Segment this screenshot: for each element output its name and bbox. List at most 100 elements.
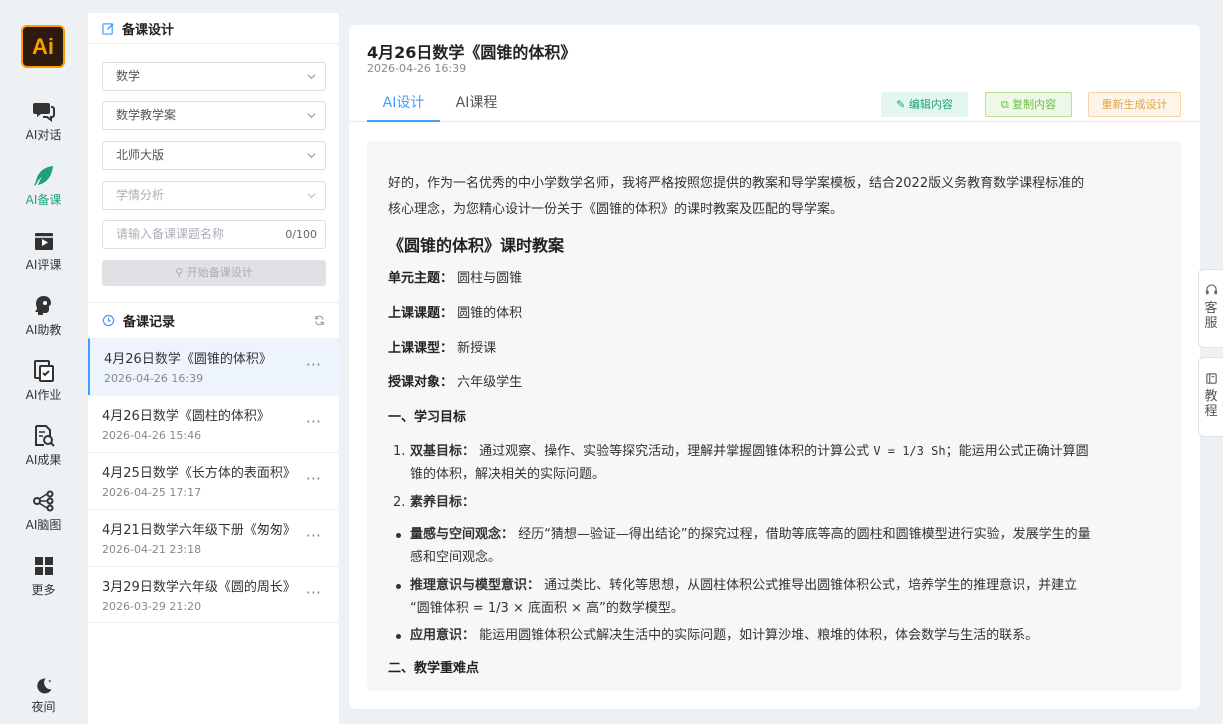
list-number: 2.: [393, 495, 406, 510]
analysis-placeholder: 学情分析: [116, 188, 165, 202]
nav-label: 更多: [31, 583, 56, 597]
list-number: 1.: [393, 444, 406, 459]
intro-line: 核心理念，为您精心设计一份关于《圆锥的体积》的课时教案及匹配的导学案。: [388, 202, 844, 217]
bullet-item: 量感与空间观念： 经历“猜想—验证—得出结论”的探究过程，借助等底等高的圆柱和圆…: [396, 523, 1162, 546]
customer-service-button[interactable]: 客 服: [1198, 269, 1223, 348]
bullet-dot: [396, 533, 401, 538]
subject-select[interactable]: 数学: [102, 62, 326, 91]
tab-ai-design[interactable]: AI设计: [367, 87, 440, 122]
record-date: 2026-03-29 21:20: [102, 600, 202, 613]
start-design-button[interactable]: ⚲ 开始备课设计: [102, 260, 326, 286]
moon-icon: [36, 678, 51, 694]
more-icon[interactable]: ···: [306, 528, 321, 544]
more-icon[interactable]: ···: [306, 585, 321, 601]
lesson-title-input[interactable]: 请输入备课课题名称 0/100: [102, 220, 326, 249]
bullet-text: 通过类比、转化等思想，从圆柱体积公式推导出圆锥体积公式，培养学生的推理意识，并建…: [544, 578, 1078, 593]
nav-label: AI备课: [25, 193, 62, 207]
bullet-key: 应用意识：: [410, 628, 476, 643]
list-item[interactable]: 4月26日数学《圆柱的体积》 2026-04-26 15:46 ···: [88, 395, 339, 452]
nav-label: AI对话: [25, 128, 62, 142]
tab-label: AI课程: [455, 95, 498, 111]
edition-select[interactable]: 北师大版: [102, 141, 326, 170]
regenerate-label: 重新生成设计: [1101, 98, 1168, 111]
copy-content-button[interactable]: ⧉ 复制内容: [985, 92, 1072, 117]
section-title: 二、教学重难点: [388, 661, 480, 676]
pencil-icon: ✎: [896, 98, 909, 111]
doc-type-select[interactable]: 数学教学案: [102, 101, 326, 130]
list-item[interactable]: 3月29日数学六年级《圆的周长》 2026-03-29 21:20 ···: [88, 566, 339, 623]
subject-value: 数学: [116, 69, 141, 83]
nav-item-more[interactable]: 更多: [0, 554, 87, 598]
grid-icon: [34, 557, 53, 575]
bullet-text: 能运用圆锥体积公式解决生活中的实际问题，如计算沙堆、粮堆的体积，体会数学与生活的…: [479, 628, 1039, 643]
edition-value: 北师大版: [116, 148, 165, 162]
record-date: 2026-04-25 17:17: [102, 486, 202, 499]
field-key: 上课课题：: [388, 306, 454, 321]
page-title: 4月26日数学《圆锥的体积》: [367, 43, 577, 62]
lesson-heading: 《圆锥的体积》课时教案: [388, 236, 565, 255]
more-icon[interactable]: ···: [306, 471, 321, 487]
more-icon[interactable]: ···: [306, 414, 321, 430]
bullet-text-continued: 感和空间观念。: [410, 550, 502, 565]
night-mode-toggle[interactable]: 夜间: [0, 676, 87, 715]
tutorial-label: 教: [1204, 389, 1218, 404]
bullet-text-continued: “圆锥体积 = 1/3 × 底面积 × 高”的数学模型。: [410, 601, 684, 616]
tab-bar: AI设计 AI课程: [349, 87, 1200, 122]
start-design-label: 开始备课设计: [186, 266, 253, 279]
records-header: 备课记录: [88, 302, 339, 338]
goal-text-continued: 锥的体积，解决相关的实际问题。: [410, 467, 606, 482]
logo-text: Ai: [32, 33, 54, 59]
list-item[interactable]: 4月26日数学《圆锥的体积》 2026-04-26 16:39 ···: [88, 338, 339, 395]
doc-type-value: 数学教学案: [116, 108, 177, 122]
goal-key: 双基目标：: [410, 444, 476, 459]
service-label: 客: [1204, 301, 1218, 316]
list-item[interactable]: 4月25日数学《长方体的表面积》 2026-04-25 17:17 ···: [88, 452, 339, 509]
nav-item-ai-prep[interactable]: AI备课: [0, 164, 87, 208]
field-topic: 上课课题： 圆锥的体积: [388, 302, 1162, 325]
homework-icon: [33, 360, 54, 382]
record-title: 3月29日数学六年级《圆的周长》: [102, 580, 296, 595]
goal-item: 1. 双基目标： 通过观察、操作、实验等探究活动，理解并掌握圆锥体积的计算公式 …: [393, 440, 1162, 463]
edit-content-button[interactable]: ✎ 编辑内容: [881, 92, 968, 117]
nav-label: 夜间: [31, 700, 56, 714]
nav-label: AI脑图: [25, 518, 62, 532]
field-value: 六年级学生: [457, 375, 523, 390]
nav-label: AI助教: [25, 323, 62, 337]
nav-item-ai-assistant[interactable]: AI助教: [0, 294, 87, 338]
bullet-text: 经历“猜想—验证—得出结论”的探究过程，借助等底等高的圆柱和圆锥模型进行实验，发…: [518, 527, 1091, 542]
more-icon[interactable]: ···: [306, 357, 321, 373]
goal-text: ；能运用公式正确计算圆: [945, 444, 1089, 459]
record-date: 2026-04-26 16:39: [104, 372, 204, 385]
design-content: 好的，作为一名优秀的中小学数学名师，我将严格按照您提供的教案和导学案模板，结合2…: [367, 141, 1182, 691]
nav-item-ai-mindmap[interactable]: AI脑图: [0, 489, 87, 533]
copy-label: 复制内容: [1012, 98, 1057, 111]
bullet-item: 应用意识： 能运用圆锥体积公式解决生活中的实际问题，如计算沙堆、粮堆的体积，体会…: [396, 624, 1162, 647]
chevron-down-icon: [307, 74, 316, 80]
list-item[interactable]: 4月21日数学六年级下册《匆匆》 2026-04-21 23:18 ···: [88, 509, 339, 566]
analysis-select[interactable]: 学情分析: [102, 181, 326, 210]
tutorial-button[interactable]: 教 程: [1198, 357, 1223, 437]
nav-item-ai-homework[interactable]: AI作业: [0, 359, 87, 403]
record-title: 4月25日数学《长方体的表面积》: [102, 466, 296, 481]
clapper-icon: [34, 233, 53, 250]
nav-item-ai-chat[interactable]: AI对话: [0, 99, 87, 143]
record-date: 2026-04-26 15:46: [102, 429, 202, 442]
refresh-icon[interactable]: [314, 315, 325, 326]
edit-label: 编辑内容: [908, 98, 953, 111]
goal-text: 通过观察、操作、实验等探究活动，理解并掌握圆锥体积的计算公式: [479, 444, 870, 459]
record-title: 4月26日数学《圆锥的体积》: [104, 352, 272, 367]
chevron-down-icon: [307, 193, 316, 199]
app-logo[interactable]: Ai: [21, 25, 65, 68]
lesson-title-placeholder: 请输入备课课题名称: [116, 227, 225, 241]
tab-ai-course[interactable]: AI课程: [440, 87, 513, 122]
edit-icon: [102, 22, 114, 35]
feather-icon: [33, 166, 53, 186]
prep-panel: 备课设计 数学 数学教学案 北师大版 学情分析 请输入备课课题名称 0/100 …: [88, 13, 339, 724]
chevron-down-icon: [307, 153, 316, 159]
nav-item-ai-results[interactable]: AI成果: [0, 424, 87, 468]
prep-title: 备课设计: [122, 22, 175, 38]
search-doc-icon: [34, 425, 55, 447]
records-list: 4月26日数学《圆锥的体积》 2026-04-26 16:39 ··· 4月26…: [88, 338, 339, 623]
nav-item-ai-review[interactable]: AI评课: [0, 229, 87, 273]
regenerate-button[interactable]: 重新生成设计: [1088, 92, 1181, 117]
